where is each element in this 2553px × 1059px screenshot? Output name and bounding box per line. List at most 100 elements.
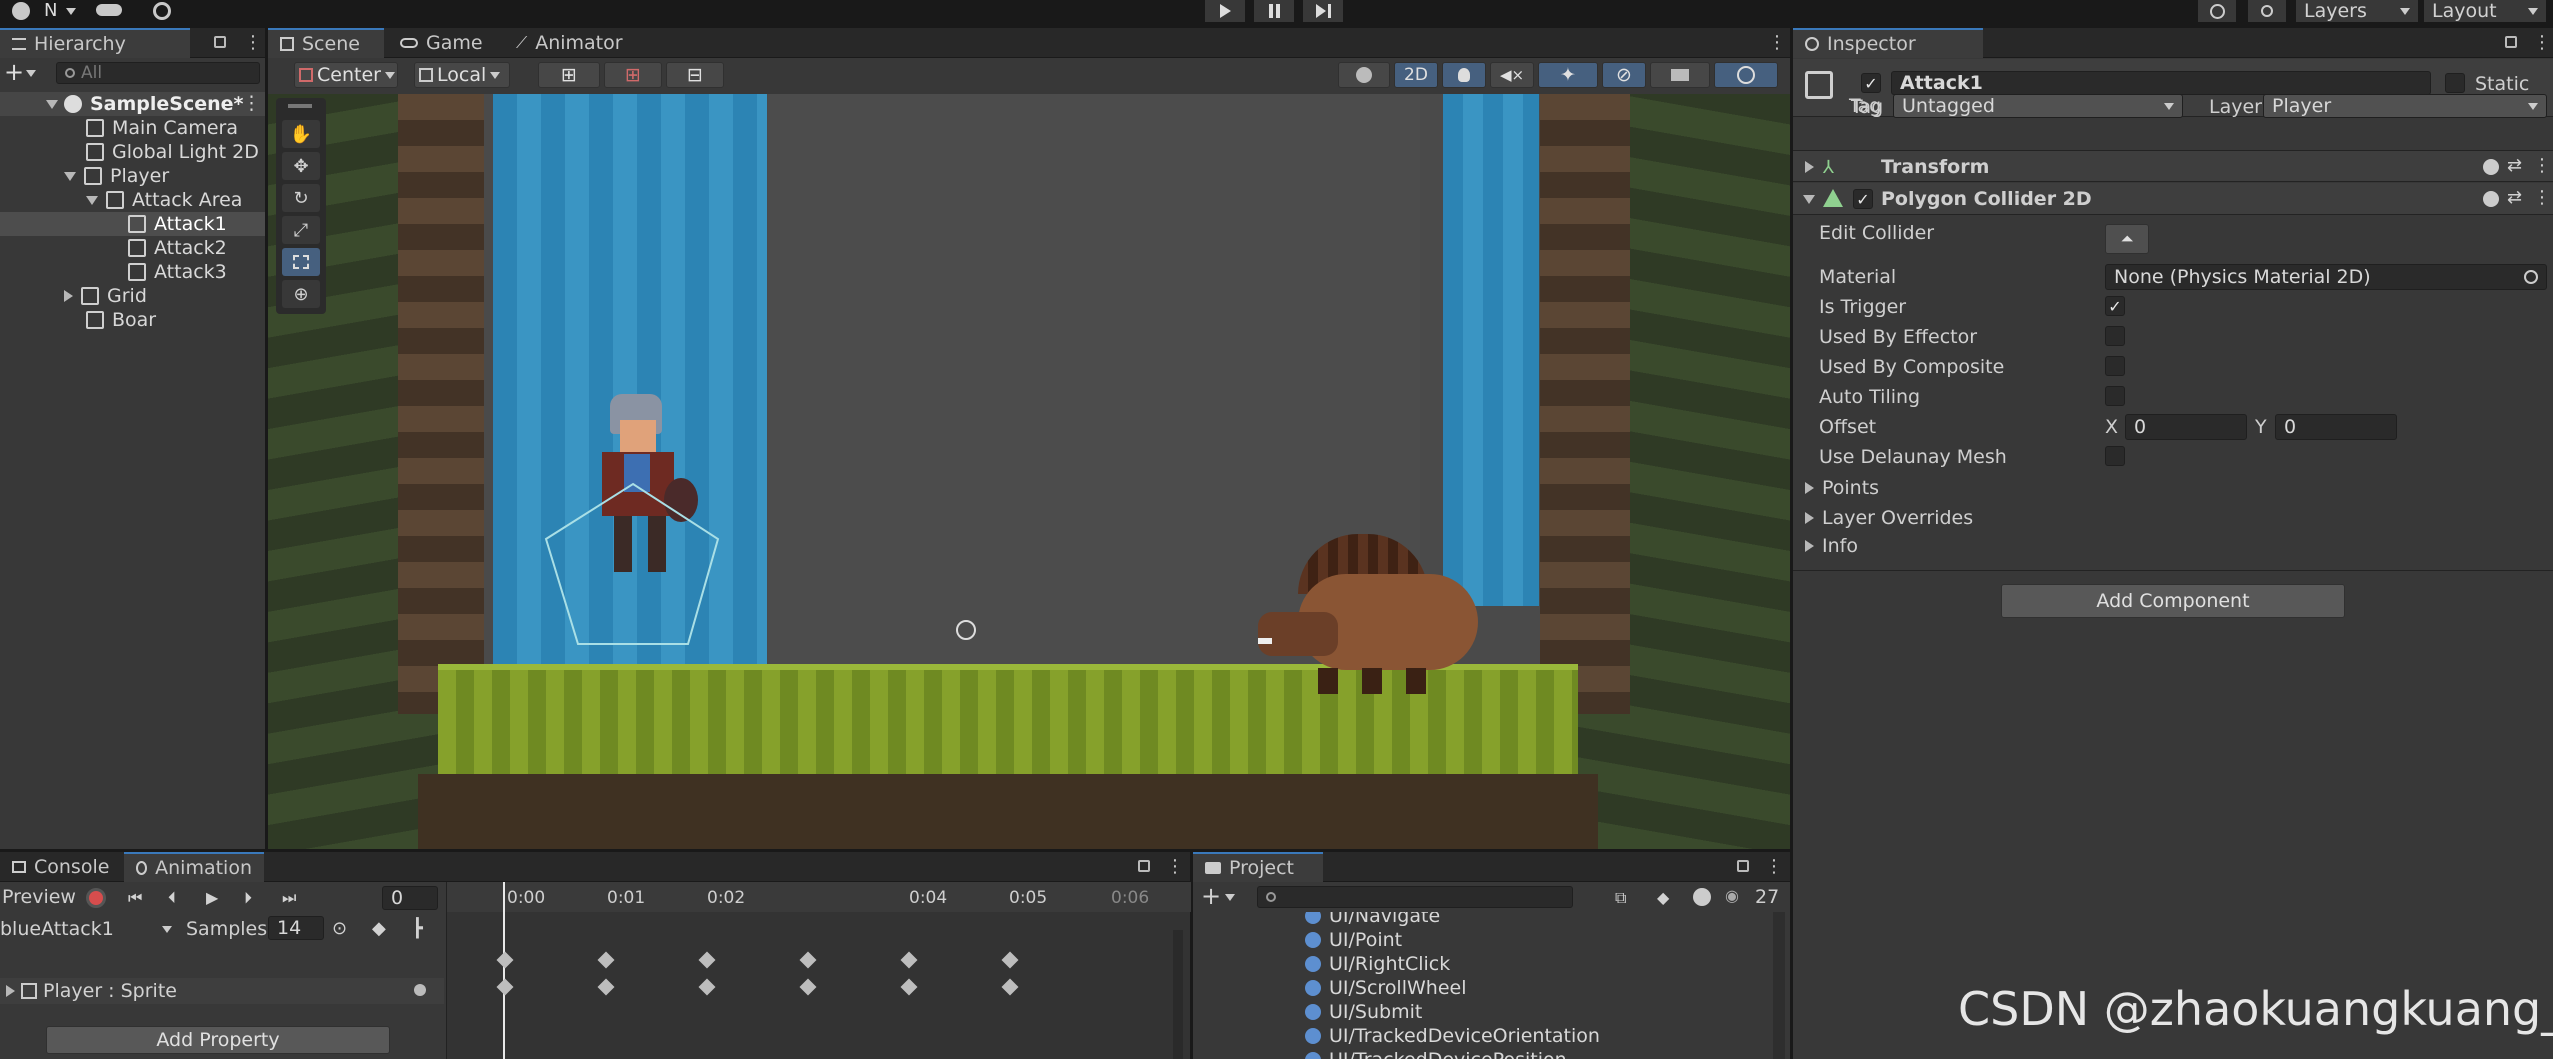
property-menu-icon[interactable] bbox=[414, 984, 426, 996]
history-button[interactable] bbox=[2198, 0, 2236, 22]
camera-dropdown[interactable] bbox=[1650, 62, 1710, 88]
hierarchy-search-input[interactable]: All bbox=[56, 62, 260, 84]
offset-x-input[interactable]: 0 bbox=[2125, 414, 2247, 440]
used-by-effector-checkbox[interactable] bbox=[2105, 326, 2125, 346]
light-gizmo-icon[interactable] bbox=[956, 620, 976, 640]
keyframe[interactable] bbox=[900, 978, 918, 996]
more-icon[interactable]: ⋮ bbox=[242, 92, 261, 114]
align-button[interactable]: ⊟ bbox=[666, 62, 724, 88]
visibility-toggle[interactable]: ⊘ bbox=[1602, 62, 1646, 88]
list-item[interactable]: UI/ScrollWheel bbox=[1305, 976, 1466, 1000]
add-event-icon[interactable]: ┣ bbox=[412, 918, 423, 939]
add-dropdown-icon[interactable] bbox=[26, 70, 36, 77]
lock-icon[interactable] bbox=[214, 36, 226, 48]
keyframe[interactable] bbox=[799, 951, 817, 969]
scale-tool[interactable]: ⤢ bbox=[282, 216, 320, 244]
tree-item-main-camera[interactable]: Main Camera bbox=[86, 116, 238, 140]
layers-dropdown[interactable]: Layers bbox=[2296, 0, 2418, 22]
tree-item-attack-area[interactable]: Attack Area bbox=[86, 188, 242, 212]
add-keyframe-icon[interactable]: ◆ bbox=[372, 918, 386, 939]
offset-y-input[interactable]: 0 bbox=[2275, 414, 2397, 440]
keyframe[interactable] bbox=[1001, 978, 1019, 996]
expand-icon[interactable] bbox=[46, 100, 58, 109]
rotate-tool[interactable]: ↻ bbox=[282, 184, 320, 212]
layout-dropdown[interactable]: Layout bbox=[2424, 0, 2546, 22]
increment-snap-button[interactable]: ⊞ bbox=[604, 62, 662, 88]
used-by-composite-checkbox[interactable] bbox=[2105, 356, 2125, 376]
gizmos-dropdown[interactable] bbox=[1714, 62, 1778, 88]
rect-tool[interactable] bbox=[282, 248, 320, 276]
property-row[interactable]: Player : Sprite bbox=[0, 978, 444, 1004]
tab-animation[interactable]: Animation bbox=[124, 852, 264, 882]
tab-game[interactable]: Game bbox=[388, 28, 495, 58]
grid-snap-button[interactable]: ⊞ bbox=[538, 62, 600, 88]
more-icon[interactable]: ⋮ bbox=[244, 32, 262, 53]
list-item[interactable]: UI/TrackedDevicePosition bbox=[1305, 1048, 1567, 1059]
filter-type-icon[interactable]: ⧉ bbox=[1615, 888, 1626, 908]
tree-item-samplescene[interactable]: SampleScene* ⋮ bbox=[0, 92, 265, 116]
create-dropdown-icon[interactable] bbox=[1225, 894, 1235, 901]
expand-icon[interactable] bbox=[86, 195, 98, 205]
clip-dropdown[interactable]: blueAttack1 bbox=[0, 916, 180, 942]
play-animation-button[interactable]: ▶ bbox=[206, 888, 218, 907]
more-icon[interactable]: ⋮ bbox=[2533, 187, 2551, 208]
account-button[interactable]: N bbox=[44, 0, 57, 21]
points-foldout[interactable]: Points bbox=[1805, 476, 1879, 500]
pivot-center-dropdown[interactable]: Center bbox=[294, 62, 398, 88]
tree-item-attack2[interactable]: Attack2 bbox=[128, 236, 227, 260]
layer-dropdown[interactable]: Player bbox=[2263, 94, 2547, 118]
tag-dropdown[interactable]: Untagged bbox=[1893, 94, 2183, 118]
samples-input[interactable]: 14 bbox=[268, 916, 324, 940]
collapse-icon[interactable] bbox=[6, 985, 15, 997]
next-frame-button[interactable]: ⏵ bbox=[244, 888, 252, 908]
frame-input[interactable]: 0 bbox=[382, 886, 438, 910]
draw-mode-dropdown[interactable] bbox=[1338, 62, 1390, 88]
tree-item-grid[interactable]: Grid bbox=[64, 284, 147, 308]
keyframe[interactable] bbox=[698, 978, 716, 996]
first-frame-button[interactable]: ⏮ bbox=[128, 888, 142, 908]
more-icon[interactable]: ⋮ bbox=[1768, 32, 1786, 53]
effects-toggle[interactable]: ✦ bbox=[1538, 62, 1598, 88]
tree-item-attack3[interactable]: Attack3 bbox=[128, 260, 227, 284]
collapse-icon[interactable] bbox=[64, 290, 73, 302]
more-icon[interactable]: ⋮ bbox=[2533, 155, 2551, 176]
tab-hierarchy[interactable]: Hierarchy bbox=[0, 28, 190, 58]
tab-inspector[interactable]: Inspector bbox=[1793, 28, 1983, 58]
info-foldout[interactable]: Info bbox=[1805, 534, 1858, 558]
preview-button[interactable]: Preview bbox=[2, 886, 76, 908]
last-frame-button[interactable]: ⏭ bbox=[282, 888, 296, 908]
tab-project[interactable]: Project bbox=[1193, 852, 1323, 882]
add-component-button[interactable]: Add Component bbox=[2001, 584, 2345, 618]
lock-icon[interactable] bbox=[1138, 860, 1150, 872]
list-item[interactable]: UI/TrackedDeviceOrientation bbox=[1305, 1024, 1600, 1048]
lock-icon[interactable] bbox=[1737, 860, 1749, 872]
hand-tool[interactable]: ✋ bbox=[282, 120, 320, 148]
timeline[interactable]: 0:00 0:01 0:02 0:04 0:05 0:06 bbox=[446, 882, 1191, 1059]
collider-component-header[interactable]: ✓ Polygon Collider 2D ⇄ ⋮ bbox=[1793, 183, 2553, 215]
account-dropdown-icon[interactable] bbox=[66, 8, 76, 15]
collider-enabled-checkbox[interactable]: ✓ bbox=[1853, 189, 1873, 209]
polygon-collider-gizmo[interactable] bbox=[538, 474, 728, 654]
filter-label-icon[interactable]: ◆ bbox=[1657, 888, 1669, 907]
keyframe[interactable] bbox=[496, 951, 514, 969]
keyframe[interactable] bbox=[597, 951, 615, 969]
object-picker-icon[interactable] bbox=[2524, 270, 2538, 284]
pause-button[interactable] bbox=[1254, 0, 1294, 22]
presets-icon[interactable]: ⇄ bbox=[2507, 187, 2522, 208]
2d-toggle[interactable]: 2D bbox=[1394, 62, 1438, 88]
tab-animator[interactable]: ⟋ Animator bbox=[504, 28, 635, 58]
step-button[interactable] bbox=[1303, 0, 1343, 22]
collapse-icon[interactable] bbox=[1805, 161, 1814, 173]
transform-tool[interactable]: ⊕ bbox=[282, 280, 320, 308]
more-icon[interactable]: ⋮ bbox=[2533, 32, 2551, 53]
hidden-count-icon[interactable]: ◉ bbox=[1725, 886, 1739, 905]
list-item[interactable]: UI/Submit bbox=[1305, 1000, 1422, 1024]
auto-tiling-checkbox[interactable] bbox=[2105, 386, 2125, 406]
tree-item-attack1[interactable]: Attack1 bbox=[128, 212, 227, 236]
keyframe[interactable] bbox=[1001, 951, 1019, 969]
keyframe[interactable] bbox=[799, 978, 817, 996]
help-icon[interactable] bbox=[2483, 191, 2499, 207]
lighting-toggle[interactable] bbox=[1442, 62, 1486, 88]
boar-sprite[interactable] bbox=[1258, 534, 1508, 694]
keyframe[interactable] bbox=[698, 951, 716, 969]
